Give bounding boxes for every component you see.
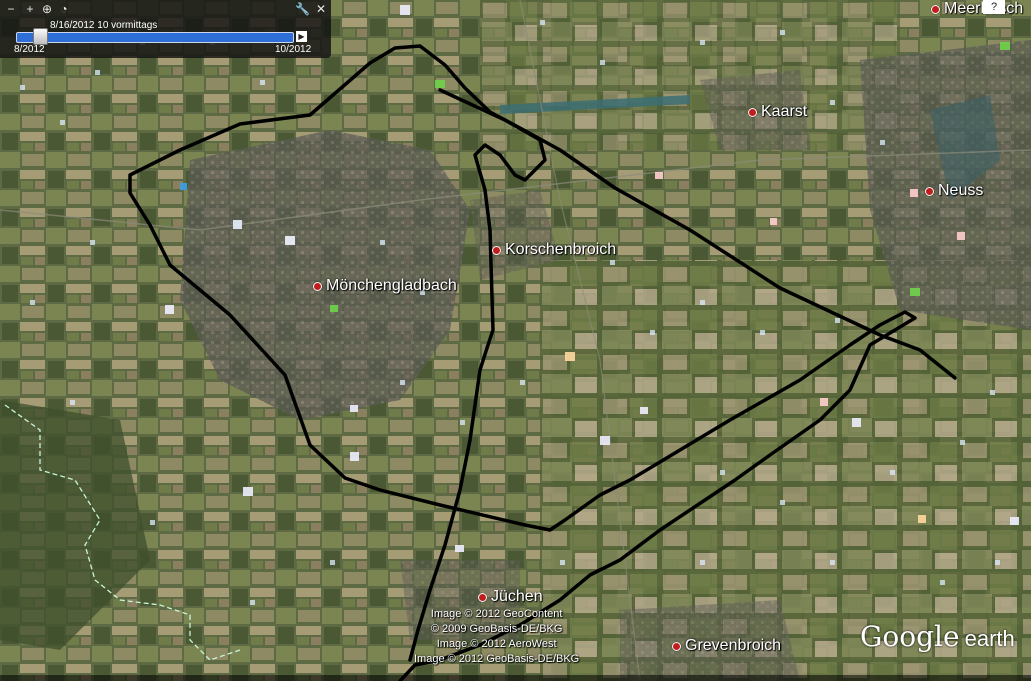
place-label-juechen[interactable]: Jüchen xyxy=(478,588,543,606)
zoom-in-icon[interactable]: + xyxy=(23,2,37,16)
place-name: Grevenbroich xyxy=(685,637,782,654)
credit-line: © 2009 GeoBasis-DE/BKG xyxy=(430,623,563,635)
status-bar xyxy=(0,675,1031,681)
place-label-korschenbroich[interactable]: Korschenbroich xyxy=(492,241,616,259)
place-marker-icon xyxy=(748,107,757,117)
place-label-grevenbroich[interactable]: Grevenbroich xyxy=(672,637,781,655)
zoom-out-icon[interactable]: − xyxy=(4,2,18,16)
play-icon[interactable]: ▶ xyxy=(296,31,307,42)
time-slider-track[interactable] xyxy=(16,32,294,43)
place-name: Korschenbroich xyxy=(505,241,617,258)
current-time-label: 8/16/2012 10 vormittags xyxy=(50,20,158,31)
close-icon[interactable]: ✕ xyxy=(314,2,328,16)
place-name: Kaarst xyxy=(761,103,808,120)
clock-icon[interactable]: ◔ xyxy=(57,2,71,16)
place-marker-icon xyxy=(478,592,487,602)
place-marker-icon xyxy=(925,186,934,196)
time-range-start: 8/2012 xyxy=(14,44,45,55)
place-label-moenchengladbach[interactable]: Mönchengladbach xyxy=(313,277,457,295)
imagery-credits: Image © 2012 GeoContent © 2009 GeoBasis-… xyxy=(414,607,579,667)
zoom-fit-icon[interactable]: ⊕ xyxy=(40,2,54,16)
place-marker-icon xyxy=(931,4,940,14)
place-name: Neuss xyxy=(938,182,984,199)
google-earth-logo: Google earth xyxy=(860,620,1015,653)
time-slider-panel: − + ⊕ ◔ 🔧 ✕ 8/16/2012 10 vormittags ▶ 8/… xyxy=(0,0,331,58)
settings-icon[interactable]: 🔧 xyxy=(295,2,310,16)
place-label-kaarst[interactable]: Kaarst xyxy=(748,103,807,121)
place-marker-icon xyxy=(313,281,322,291)
place-marker-icon xyxy=(492,245,501,255)
logo-word-earth: earth xyxy=(964,626,1015,651)
logo-word-google: Google xyxy=(860,620,960,653)
help-icon[interactable]: ? xyxy=(983,0,1005,14)
place-label-meerbusch[interactable]: Meerbusch xyxy=(931,0,1023,18)
place-name: Mönchengladbach xyxy=(326,277,457,294)
time-range-end: 10/2012 xyxy=(275,44,312,55)
place-name: Jüchen xyxy=(491,588,543,605)
satellite-map[interactable] xyxy=(0,0,1031,681)
credit-line: Image © 2012 GeoContent xyxy=(430,608,563,620)
place-marker-icon xyxy=(672,641,681,651)
place-label-neuss[interactable]: Neuss xyxy=(925,182,983,200)
time-slider-thumb[interactable] xyxy=(32,28,48,45)
credit-line: Image © 2012 GeoBasis-DE/BKG xyxy=(414,653,580,665)
credit-line: Image © 2012 AeroWest xyxy=(436,638,557,650)
